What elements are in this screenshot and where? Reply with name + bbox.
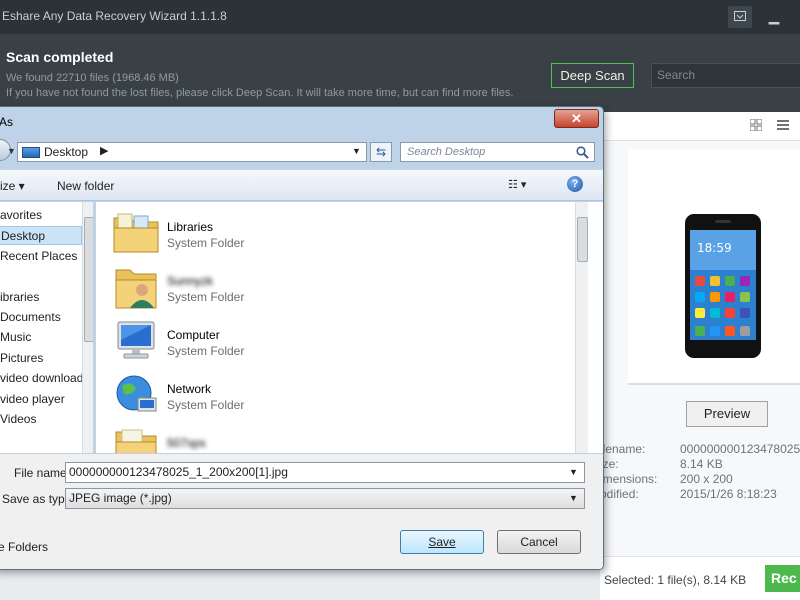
file-type: System Folder xyxy=(167,398,245,412)
cancel-button[interactable]: Cancel xyxy=(497,530,581,554)
grid-view-icon[interactable] xyxy=(750,119,762,131)
views-icon[interactable]: ☷ ▾ xyxy=(508,178,526,191)
found-files-summary: We found 22710 files (1968.46 MB) xyxy=(6,72,179,84)
nav-item-music[interactable]: Music xyxy=(0,328,82,347)
hide-folders-button[interactable]: e Folders xyxy=(0,540,48,554)
search-desktop-input[interactable]: Search Desktop xyxy=(400,142,595,162)
breadcrumb-arrow-icon[interactable]: ▶ xyxy=(100,144,108,157)
info-row-filename: ilename: 000000000123478025 xyxy=(600,442,800,457)
file-name-input[interactable]: 000000000123478025_1_200x200[1].jpg ▼ xyxy=(65,462,585,483)
list-item[interactable]: Network System Folder xyxy=(112,372,412,422)
list-item[interactable]: 507sps xyxy=(112,426,412,453)
file-type: System Folder xyxy=(167,236,245,250)
nav-item-video-player[interactable]: video player xyxy=(0,390,82,409)
nav-item-pictures[interactable]: Pictures xyxy=(0,349,82,368)
nav-item-recent-places[interactable]: Recent Places xyxy=(0,247,82,266)
file-name-value: 000000000123478025_1_200x200[1].jpg xyxy=(69,465,288,479)
selection-summary: Selected: 1 file(s), 8.14 KB xyxy=(604,573,747,587)
file-name-label: File name: xyxy=(14,466,71,480)
file-scrollbar[interactable] xyxy=(575,202,588,453)
nav-item-spacer xyxy=(0,267,82,286)
nav-item-documents[interactable]: Documents xyxy=(0,308,82,327)
info-value: 2015/1/26 8:18:23 xyxy=(680,487,777,501)
file-name: 507sps xyxy=(167,436,206,450)
save-label: Save xyxy=(428,535,456,549)
new-folder-button[interactable]: New folder xyxy=(57,179,114,193)
nav-item-libraries[interactable]: ibraries xyxy=(0,288,82,307)
chevron-down-icon[interactable]: ▼ xyxy=(569,463,578,482)
dialog-footer: File name: 000000000123478025_1_200x200[… xyxy=(0,453,603,569)
app-footer: Selected: 1 file(s), 8.14 KB Rec xyxy=(600,556,800,600)
list-item[interactable]: Computer System Folder xyxy=(112,318,412,368)
list-item[interactable]: Libraries System Folder xyxy=(112,210,412,260)
address-dropdown-icon[interactable]: ▼ xyxy=(352,146,361,156)
app-title: Eshare Any Data Recovery Wizard 1.1.1.8 xyxy=(2,9,227,23)
phone-image: 18:59 xyxy=(685,214,761,358)
view-toolbar xyxy=(600,112,800,141)
address-location[interactable]: Desktop xyxy=(44,145,88,159)
organize-menu[interactable]: ize ▾ xyxy=(0,179,25,193)
nav-scrollbar[interactable] xyxy=(82,202,93,453)
nav-item-desktop[interactable]: Desktop xyxy=(0,226,82,245)
scan-status-title: Scan completed xyxy=(6,49,114,65)
info-value: 200 x 200 xyxy=(680,472,733,486)
folder-icon xyxy=(115,429,157,453)
nav-item-video-downloads[interactable]: video downloade xyxy=(0,369,82,388)
scrollbar-thumb[interactable] xyxy=(84,217,93,342)
info-label: odified: xyxy=(600,487,639,501)
preview-button[interactable]: Preview xyxy=(686,401,768,427)
app-header: Scan completed We found 22710 files (196… xyxy=(0,34,800,112)
desktop-icon xyxy=(22,147,40,158)
info-label: ilename: xyxy=(600,442,646,456)
info-row-size: ize: 8.14 KB xyxy=(600,457,800,472)
chevron-down-icon[interactable]: ▼ xyxy=(7,146,16,156)
info-value: 000000000123478025 xyxy=(680,442,800,456)
address-bar[interactable]: Desktop ▶ ▼ xyxy=(17,142,367,162)
refresh-button[interactable]: ⇆ xyxy=(370,142,392,162)
computer-icon xyxy=(117,321,155,359)
info-value: 8.14 KB xyxy=(680,457,723,471)
menu-icon[interactable] xyxy=(728,6,752,28)
save-type-select[interactable]: JPEG image (*.jpg) ▼ xyxy=(65,488,585,509)
navigation-pane: avorites Desktop Recent Places ibraries … xyxy=(0,202,94,453)
close-button[interactable]: ✕ xyxy=(554,109,599,128)
deep-scan-button[interactable]: Deep Scan xyxy=(551,63,634,88)
scrollbar-thumb[interactable] xyxy=(577,217,588,262)
save-button[interactable]: Save xyxy=(400,530,484,554)
search-placeholder: Search Desktop xyxy=(407,146,486,158)
save-type-value: JPEG image (*.jpg) xyxy=(69,491,172,505)
info-label: imensions: xyxy=(600,472,658,486)
save-as-dialog: As ✕ ▼ Desktop ▶ ▼ ⇆ Search Desktop ize … xyxy=(0,106,604,570)
file-name: Computer xyxy=(167,328,220,342)
info-row-dimensions: imensions: 200 x 200 xyxy=(600,472,800,487)
chevron-down-icon[interactable]: ▼ xyxy=(569,489,578,508)
nav-item-videos[interactable]: Videos xyxy=(0,410,82,429)
search-input[interactable]: Search xyxy=(651,63,800,88)
nav-item-favorites[interactable]: avorites xyxy=(0,206,82,225)
info-row-modified: odified: 2015/1/26 8:18:23 xyxy=(600,487,800,502)
svg-text:18:59: 18:59 xyxy=(697,241,732,255)
help-icon[interactable]: ? xyxy=(567,176,583,192)
list-item[interactable]: Sunnyzk System Folder xyxy=(112,264,412,314)
file-name: Libraries xyxy=(167,220,214,234)
command-bar: ize ▾ New folder ☷ ▾ ? xyxy=(0,169,603,201)
dialog-title: As xyxy=(0,115,14,129)
file-type: System Folder xyxy=(167,290,245,304)
save-type-label: Save as type: xyxy=(2,492,75,506)
libraries-icon xyxy=(113,213,159,253)
preview-image-card: 18:59 xyxy=(628,149,800,385)
search-icon[interactable] xyxy=(576,146,589,159)
user-folder-icon xyxy=(115,269,157,309)
deep-scan-hint: If you have not found the lost files, pl… xyxy=(6,87,514,99)
file-list: Libraries System Folder Sunnyzk System F… xyxy=(96,202,603,453)
network-icon xyxy=(116,375,157,412)
recover-button[interactable]: Rec xyxy=(765,565,800,592)
file-name: Sunnyzk xyxy=(167,274,214,288)
minimize-icon[interactable]: ▁ xyxy=(762,6,786,28)
file-type: System Folder xyxy=(167,344,245,358)
preview-panel: 18:59 Preview ilename: 00000000012347802… xyxy=(600,141,800,556)
list-view-icon[interactable] xyxy=(777,119,789,131)
file-name: Network xyxy=(167,382,212,396)
app-titlebar: Eshare Any Data Recovery Wizard 1.1.1.8 … xyxy=(0,0,800,34)
